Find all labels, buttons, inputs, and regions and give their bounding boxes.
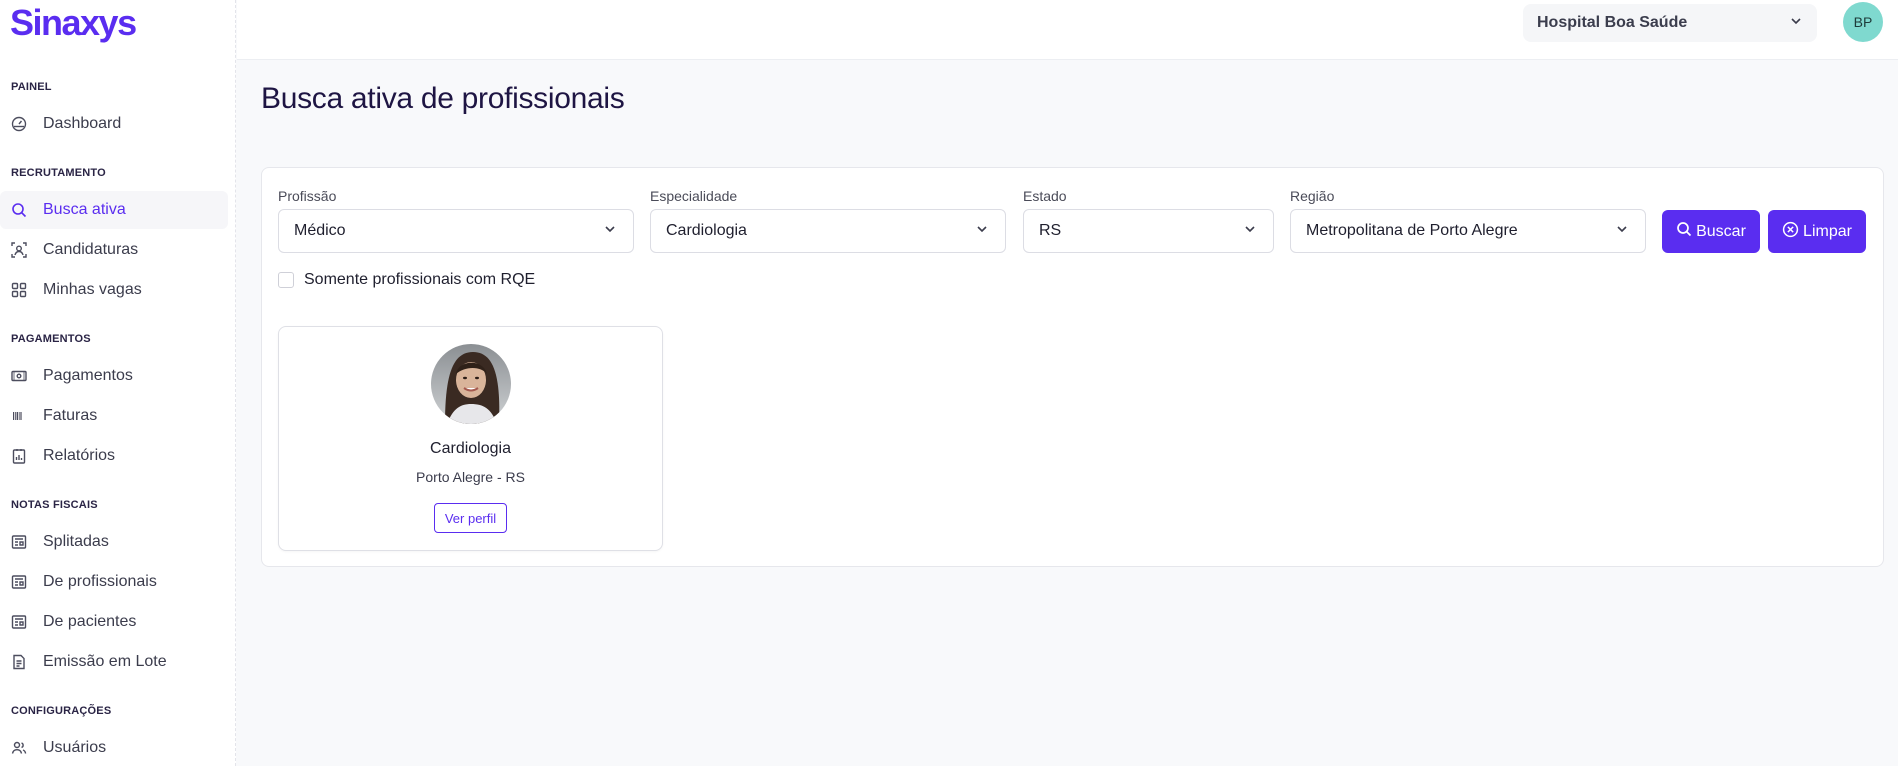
regiao-value: Metropolitana de Porto Alegre bbox=[1306, 222, 1518, 239]
search-icon bbox=[1676, 221, 1692, 242]
especialidade-label: Especialidade bbox=[650, 188, 738, 204]
users-icon bbox=[11, 740, 27, 756]
search-icon bbox=[11, 202, 27, 218]
sidebar-item-label: De pacientes bbox=[43, 613, 137, 630]
chevron-down-icon bbox=[1243, 222, 1257, 241]
sidebar-item-usuarios[interactable]: Usuários bbox=[0, 729, 228, 766]
search-button-label: Buscar bbox=[1696, 222, 1746, 240]
professional-photo bbox=[431, 344, 511, 424]
document-icon bbox=[11, 654, 27, 670]
clear-button-label: Limpar bbox=[1803, 222, 1852, 240]
profissao-value: Médico bbox=[294, 222, 346, 239]
sidebar-item-label: Usuários bbox=[43, 739, 107, 756]
newspaper-icon bbox=[11, 534, 27, 550]
sidebar-item-label: Candidaturas bbox=[43, 241, 139, 258]
profissao-select[interactable]: Médico bbox=[278, 209, 634, 253]
sidebar-item-emissao-em-lote[interactable]: Emissão em Lote bbox=[0, 643, 228, 681]
sidebar-item-label: Busca ativa bbox=[43, 201, 126, 218]
close-circle-icon bbox=[1782, 221, 1799, 243]
sidebar-item-label: Minhas vagas bbox=[43, 281, 142, 298]
section-title-notas-fiscais: NOTAS FISCAIS bbox=[11, 499, 98, 511]
sidebar-item-label: Faturas bbox=[43, 407, 98, 424]
sidebar-item-dashboard[interactable]: Dashboard bbox=[0, 105, 228, 143]
especialidade-value: Cardiologia bbox=[666, 222, 747, 239]
sidebar-item-faturas[interactable]: Faturas bbox=[0, 397, 228, 435]
chevron-down-icon bbox=[603, 222, 617, 241]
sidebar-item-label: Emissão em Lote bbox=[43, 653, 167, 670]
newspaper-icon bbox=[11, 614, 27, 630]
sidebar-item-label: Relatórios bbox=[43, 447, 116, 464]
cash-icon bbox=[11, 368, 27, 384]
sidebar-item-minhas-vagas[interactable]: Minhas vagas bbox=[0, 271, 228, 309]
sidebar-item-splitadas[interactable]: Splitadas bbox=[0, 523, 228, 561]
sidebar: Sinaxys PAINEL Dashboard RECRUTAMENTO Bu… bbox=[0, 0, 236, 766]
professional-card: Cardiologia Porto Alegre - RS Ver perfil bbox=[278, 326, 663, 551]
report-icon bbox=[11, 448, 27, 464]
sidebar-item-de-pacientes[interactable]: De pacientes bbox=[0, 603, 228, 641]
sidebar-item-label: Splitadas bbox=[43, 533, 109, 550]
estado-select[interactable]: RS bbox=[1023, 209, 1274, 253]
candidates-icon bbox=[11, 242, 27, 258]
estado-value: RS bbox=[1039, 222, 1062, 239]
rqe-checkbox-label: Somente profissionais com RQE bbox=[304, 271, 536, 288]
professional-specialty: Cardiologia bbox=[430, 440, 511, 457]
newspaper-icon bbox=[11, 574, 27, 590]
barcode-icon bbox=[11, 408, 27, 424]
hospital-select[interactable]: Hospital Boa Saúde bbox=[1523, 4, 1817, 42]
view-profile-button[interactable]: Ver perfil bbox=[434, 503, 507, 533]
estado-label: Estado bbox=[1023, 188, 1067, 204]
grid-icon bbox=[11, 282, 27, 298]
sidebar-item-relatorios[interactable]: Relatórios bbox=[0, 437, 228, 475]
sidebar-item-label: Dashboard bbox=[43, 115, 122, 132]
clear-button[interactable]: Limpar bbox=[1768, 210, 1866, 253]
dashboard-gauge-icon bbox=[11, 116, 27, 132]
sidebar-item-de-profissionais[interactable]: De profissionais bbox=[0, 563, 228, 601]
profissao-label: Profissão bbox=[278, 188, 337, 204]
sidebar-item-busca-ativa[interactable]: Busca ativa bbox=[0, 191, 228, 229]
app-logo[interactable]: Sinaxys bbox=[10, 2, 137, 44]
sidebar-item-pagamentos[interactable]: Pagamentos bbox=[0, 357, 228, 395]
sidebar-item-candidaturas[interactable]: Candidaturas bbox=[0, 231, 228, 269]
regiao-label: Região bbox=[1290, 188, 1335, 204]
section-title-pagamentos: PAGAMENTOS bbox=[11, 333, 91, 345]
chevron-down-icon bbox=[975, 222, 989, 241]
user-avatar[interactable]: BP bbox=[1843, 2, 1883, 42]
rqe-checkbox[interactable] bbox=[278, 272, 294, 288]
sidebar-item-label: Pagamentos bbox=[43, 367, 133, 384]
professional-location: Porto Alegre - RS bbox=[416, 469, 525, 485]
rqe-filter[interactable]: Somente profissionais com RQE bbox=[278, 271, 535, 289]
regiao-select[interactable]: Metropolitana de Porto Alegre bbox=[1290, 209, 1646, 253]
section-title-recrutamento: RECRUTAMENTO bbox=[11, 167, 106, 179]
chevron-down-icon bbox=[1615, 222, 1629, 241]
chevron-down-icon bbox=[1789, 14, 1803, 33]
section-title-painel: PAINEL bbox=[11, 81, 52, 93]
especialidade-select[interactable]: Cardiologia bbox=[650, 209, 1006, 253]
section-title-configuracoes: CONFIGURAÇÕES bbox=[11, 705, 112, 717]
hospital-name: Hospital Boa Saúde bbox=[1537, 14, 1688, 31]
sidebar-item-label: De profissionais bbox=[43, 573, 157, 590]
search-button[interactable]: Buscar bbox=[1662, 210, 1760, 253]
page-title: Busca ativa de profissionais bbox=[261, 82, 625, 115]
